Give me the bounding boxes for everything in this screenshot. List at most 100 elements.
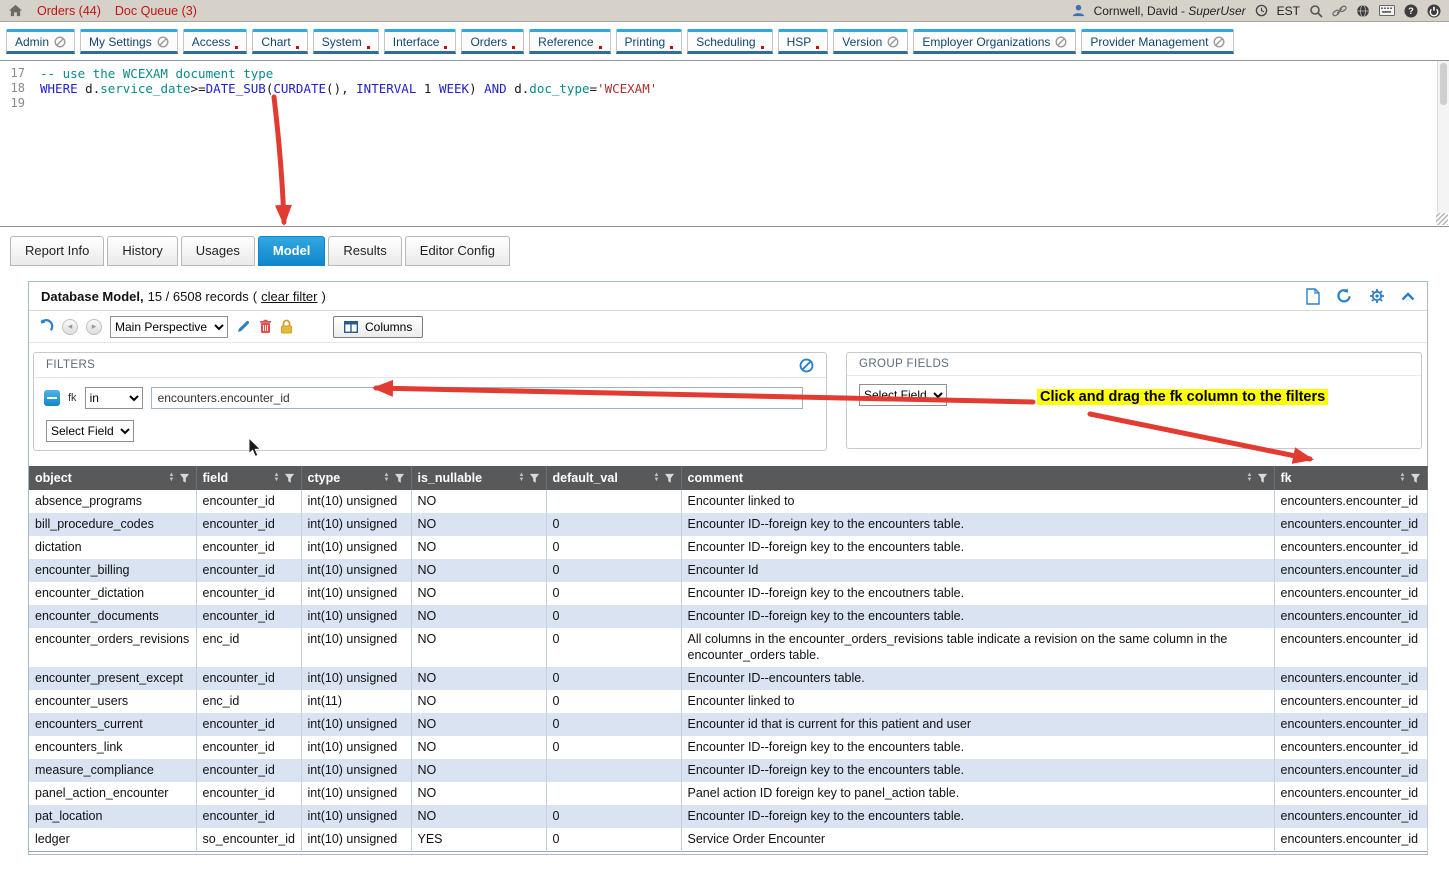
nav-tab-reference[interactable]: Reference <box>529 29 610 54</box>
undo-icon[interactable] <box>37 319 54 334</box>
sort-icon[interactable]: ▲▼ <box>1247 473 1253 483</box>
nav-tab-chart[interactable]: Chart <box>252 29 307 54</box>
link-icon[interactable] <box>1332 4 1347 18</box>
home-icon[interactable] <box>8 4 23 17</box>
table-row[interactable]: bill_procedure_codesencounter_idint(10) … <box>29 513 1427 536</box>
keyboard-icon[interactable] <box>1379 5 1395 16</box>
filter-value-input[interactable] <box>151 387 803 409</box>
nav-tab-printing[interactable]: Printing <box>616 29 683 54</box>
cell-ctype: int(10) unsigned <box>301 628 411 667</box>
clear-filter-link[interactable]: clear filter <box>261 289 317 304</box>
nav-tab-interface[interactable]: Interface <box>384 29 457 54</box>
table-row[interactable]: dictationencounter_idint(10) unsignedNO0… <box>29 536 1427 559</box>
nav-tab-scheduling[interactable]: Scheduling <box>687 29 772 54</box>
group-select-field[interactable]: Select Field <box>859 384 947 406</box>
nav-tab-admin[interactable]: Admin <box>6 29 75 54</box>
sort-icon[interactable]: ▲▼ <box>274 473 280 483</box>
doc-queue-link[interactable]: Doc Queue (3) <box>115 4 197 18</box>
tab-history[interactable]: History <box>107 236 177 266</box>
filter-icon[interactable] <box>1257 473 1268 484</box>
filter-operator-select[interactable]: in <box>85 387 143 409</box>
table-row[interactable]: measure_complianceencounter_idint(10) un… <box>29 759 1427 782</box>
power-icon[interactable] <box>1427 4 1441 18</box>
filter-icon[interactable] <box>179 473 190 484</box>
resize-grip-icon[interactable] <box>1436 213 1448 225</box>
column-header-default-val[interactable]: default_val▲▼ <box>546 466 681 490</box>
history-forward-button[interactable]: ▸ <box>86 319 102 335</box>
delete-perspective-icon[interactable] <box>259 319 272 334</box>
table-row[interactable]: ledgerso_encounter_idint(10) unsignedYES… <box>29 828 1427 852</box>
search-icon[interactable] <box>1309 4 1323 18</box>
column-header-ctype[interactable]: ctype▲▼ <box>301 466 411 490</box>
table-row[interactable]: panel_action_encounterencounter_idint(10… <box>29 782 1427 805</box>
scrollbar-thumb[interactable] <box>1440 63 1447 105</box>
columns-button[interactable]: Columns <box>333 316 423 338</box>
sort-icon[interactable]: ▲▼ <box>519 473 525 483</box>
table-row[interactable]: encounter_usersenc_idint(11)NO0Encounter… <box>29 690 1427 713</box>
tab-report-info[interactable]: Report Info <box>10 236 104 266</box>
nav-tab-employer-organizations[interactable]: Employer Organizations <box>913 29 1076 54</box>
column-header-field[interactable]: field ▲▼ <box>196 466 301 490</box>
nav-tab-version[interactable]: Version <box>833 29 908 54</box>
perspective-select[interactable]: Main Perspective <box>110 316 228 338</box>
collapse-panel-icon[interactable] <box>1401 292 1415 301</box>
globe-icon[interactable] <box>1356 4 1370 18</box>
tab-usages[interactable]: Usages <box>181 236 255 266</box>
table-row[interactable]: encounter_orders_revisionsenc_idint(10) … <box>29 628 1427 667</box>
cell-object: absence_programs <box>29 490 196 513</box>
tab-results[interactable]: Results <box>328 236 401 266</box>
nav-tab-hsp[interactable]: HSP <box>778 29 829 54</box>
column-header-fk[interactable]: fk▲▼ <box>1274 466 1427 490</box>
editor-scrollbar[interactable] <box>1437 61 1449 213</box>
new-document-icon[interactable] <box>1306 288 1320 305</box>
sort-icon[interactable]: ▲▼ <box>384 473 390 483</box>
column-header-comment[interactable]: comment▲▼ <box>681 466 1274 490</box>
table-row[interactable]: encounter_documentsencounter_idint(10) u… <box>29 605 1427 628</box>
sql-editor[interactable]: 171819 -- use the WCEXAM document typeWH… <box>0 60 1449 227</box>
tab-editor-config[interactable]: Editor Config <box>405 236 510 266</box>
filter-icon[interactable] <box>1410 473 1421 484</box>
nav-tab-provider-management[interactable]: Provider Management <box>1081 29 1234 54</box>
tab-marker-icon <box>670 46 673 49</box>
table-row[interactable]: absence_programsencounter_idint(10) unsi… <box>29 490 1427 513</box>
cell-is-nullable: YES <box>411 828 546 852</box>
history-back-button[interactable]: ◂ <box>62 319 78 335</box>
table-row[interactable]: encounters_linkencounter_idint(10) unsig… <box>29 736 1427 759</box>
clear-filters-icon[interactable] <box>799 358 814 373</box>
nav-tab-system[interactable]: System <box>313 29 379 54</box>
cell-default-val: 0 <box>546 690 681 713</box>
table-row[interactable]: pat_locationencounter_idint(10) unsigned… <box>29 805 1427 828</box>
sort-icon[interactable]: ▲▼ <box>654 473 660 483</box>
settings-gear-icon[interactable] <box>1369 288 1385 304</box>
sort-icon[interactable]: ▲▼ <box>169 473 175 483</box>
cell-field: so_encounter_id <box>196 828 301 852</box>
column-label: field <box>203 471 270 485</box>
table-row[interactable]: encounters_currentencounter_idint(10) un… <box>29 713 1427 736</box>
orders-link[interactable]: Orders (44) <box>37 4 101 18</box>
cell-comment: Encounter linked to <box>681 490 1274 513</box>
filter-icon[interactable] <box>529 473 540 484</box>
table-row[interactable]: encounter_dictationencounter_idint(10) u… <box>29 582 1427 605</box>
table-row[interactable]: encounter_present_exceptencounter_idint(… <box>29 667 1427 690</box>
column-header-is-nullable[interactable]: is_nullable▲▼ <box>411 466 546 490</box>
nav-tab-orders[interactable]: Orders <box>461 29 524 54</box>
table-row[interactable]: encounter_billingencounter_idint(10) uns… <box>29 559 1427 582</box>
help-icon[interactable]: ? <box>1404 4 1418 18</box>
filter-icon[interactable] <box>284 473 295 484</box>
tab-model[interactable]: Model <box>258 236 326 266</box>
clock-icon[interactable] <box>1255 4 1268 17</box>
lock-perspective-icon[interactable] <box>280 319 293 334</box>
cell-field: encounter_id <box>196 605 301 628</box>
remove-filter-button[interactable] <box>44 390 60 406</box>
editor-code[interactable]: -- use the WCEXAM document typeWHERE d.s… <box>32 61 1449 226</box>
nav-tab-access[interactable]: Access <box>183 29 248 54</box>
sort-icon[interactable]: ▲▼ <box>1400 473 1406 483</box>
filter-select-field[interactable]: Select Field <box>46 420 134 442</box>
nav-tab-my-settings[interactable]: My Settings <box>80 29 178 54</box>
dropdown-caret-icon[interactable]: ▼ <box>789 392 798 402</box>
filter-icon[interactable] <box>394 473 405 484</box>
column-header-object[interactable]: object▲▼ <box>29 466 196 490</box>
edit-perspective-icon[interactable] <box>236 319 251 334</box>
refresh-icon[interactable] <box>1336 288 1353 304</box>
filter-icon[interactable] <box>664 473 675 484</box>
